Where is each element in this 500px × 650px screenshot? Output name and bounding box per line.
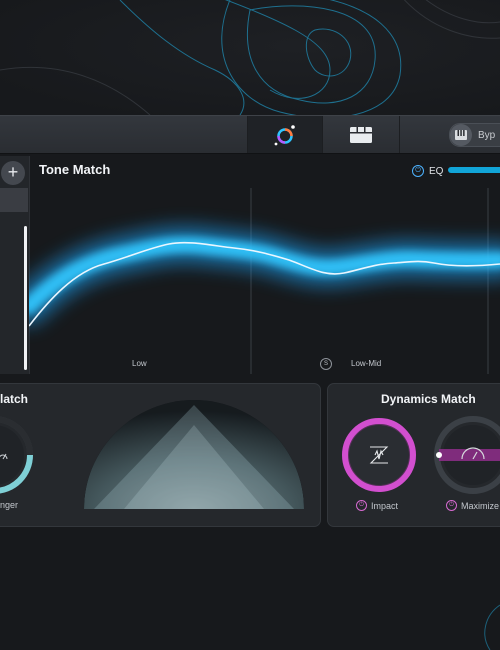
impact-knob[interactable] — [339, 415, 419, 495]
impact-power-icon[interactable]: ⏻ — [356, 500, 367, 511]
band-label-low: Low — [132, 359, 147, 368]
maximizer-power-icon[interactable]: ⏻ — [446, 500, 457, 511]
match-card-title: latch — [0, 392, 29, 406]
width-knob[interactable] — [0, 413, 40, 497]
side-panel-scrollbar[interactable] — [24, 226, 27, 370]
impact-label-row: ⏻ Impact — [356, 500, 398, 511]
piano-keys-icon — [450, 124, 472, 146]
tone-match-title: Tone Match — [39, 162, 111, 177]
tab-tone-colors[interactable] — [248, 116, 322, 153]
solo-icon[interactable]: S — [320, 358, 332, 370]
tab-modules[interactable] — [323, 116, 399, 153]
power-icon[interactable]: ⏻ — [412, 165, 424, 177]
contour-background — [0, 0, 500, 115]
stereo-field-display — [84, 400, 304, 509]
add-button[interactable]: + — [1, 161, 25, 185]
side-panel-selected-row[interactable] — [0, 188, 28, 212]
impact-label: Impact — [371, 500, 399, 511]
maximizer-label-row: ⏻ Maximize — [446, 500, 499, 511]
blocks-icon — [350, 126, 372, 143]
maximizer-label: Maximize — [461, 500, 500, 511]
contour-decoration — [484, 604, 500, 650]
color-orbit-icon — [274, 124, 295, 145]
maximizer-knob[interactable] — [433, 415, 500, 495]
eq-toggle[interactable]: ⏻ EQ — [412, 165, 443, 177]
tone-match-curve-display[interactable] — [29, 188, 500, 374]
eq-amount-slider[interactable] — [448, 167, 500, 173]
knob-label: nger — [0, 500, 19, 510]
bypass-toggle[interactable]: Byp — [449, 123, 500, 147]
eq-label: EQ — [429, 165, 444, 177]
dynamics-match-title: Dynamics Match — [381, 392, 476, 406]
top-toolbar: Byp — [0, 115, 500, 154]
band-label-low-mid: Low-Mid — [351, 359, 382, 368]
bypass-label: Byp — [478, 129, 496, 141]
tab-divider — [399, 116, 400, 153]
